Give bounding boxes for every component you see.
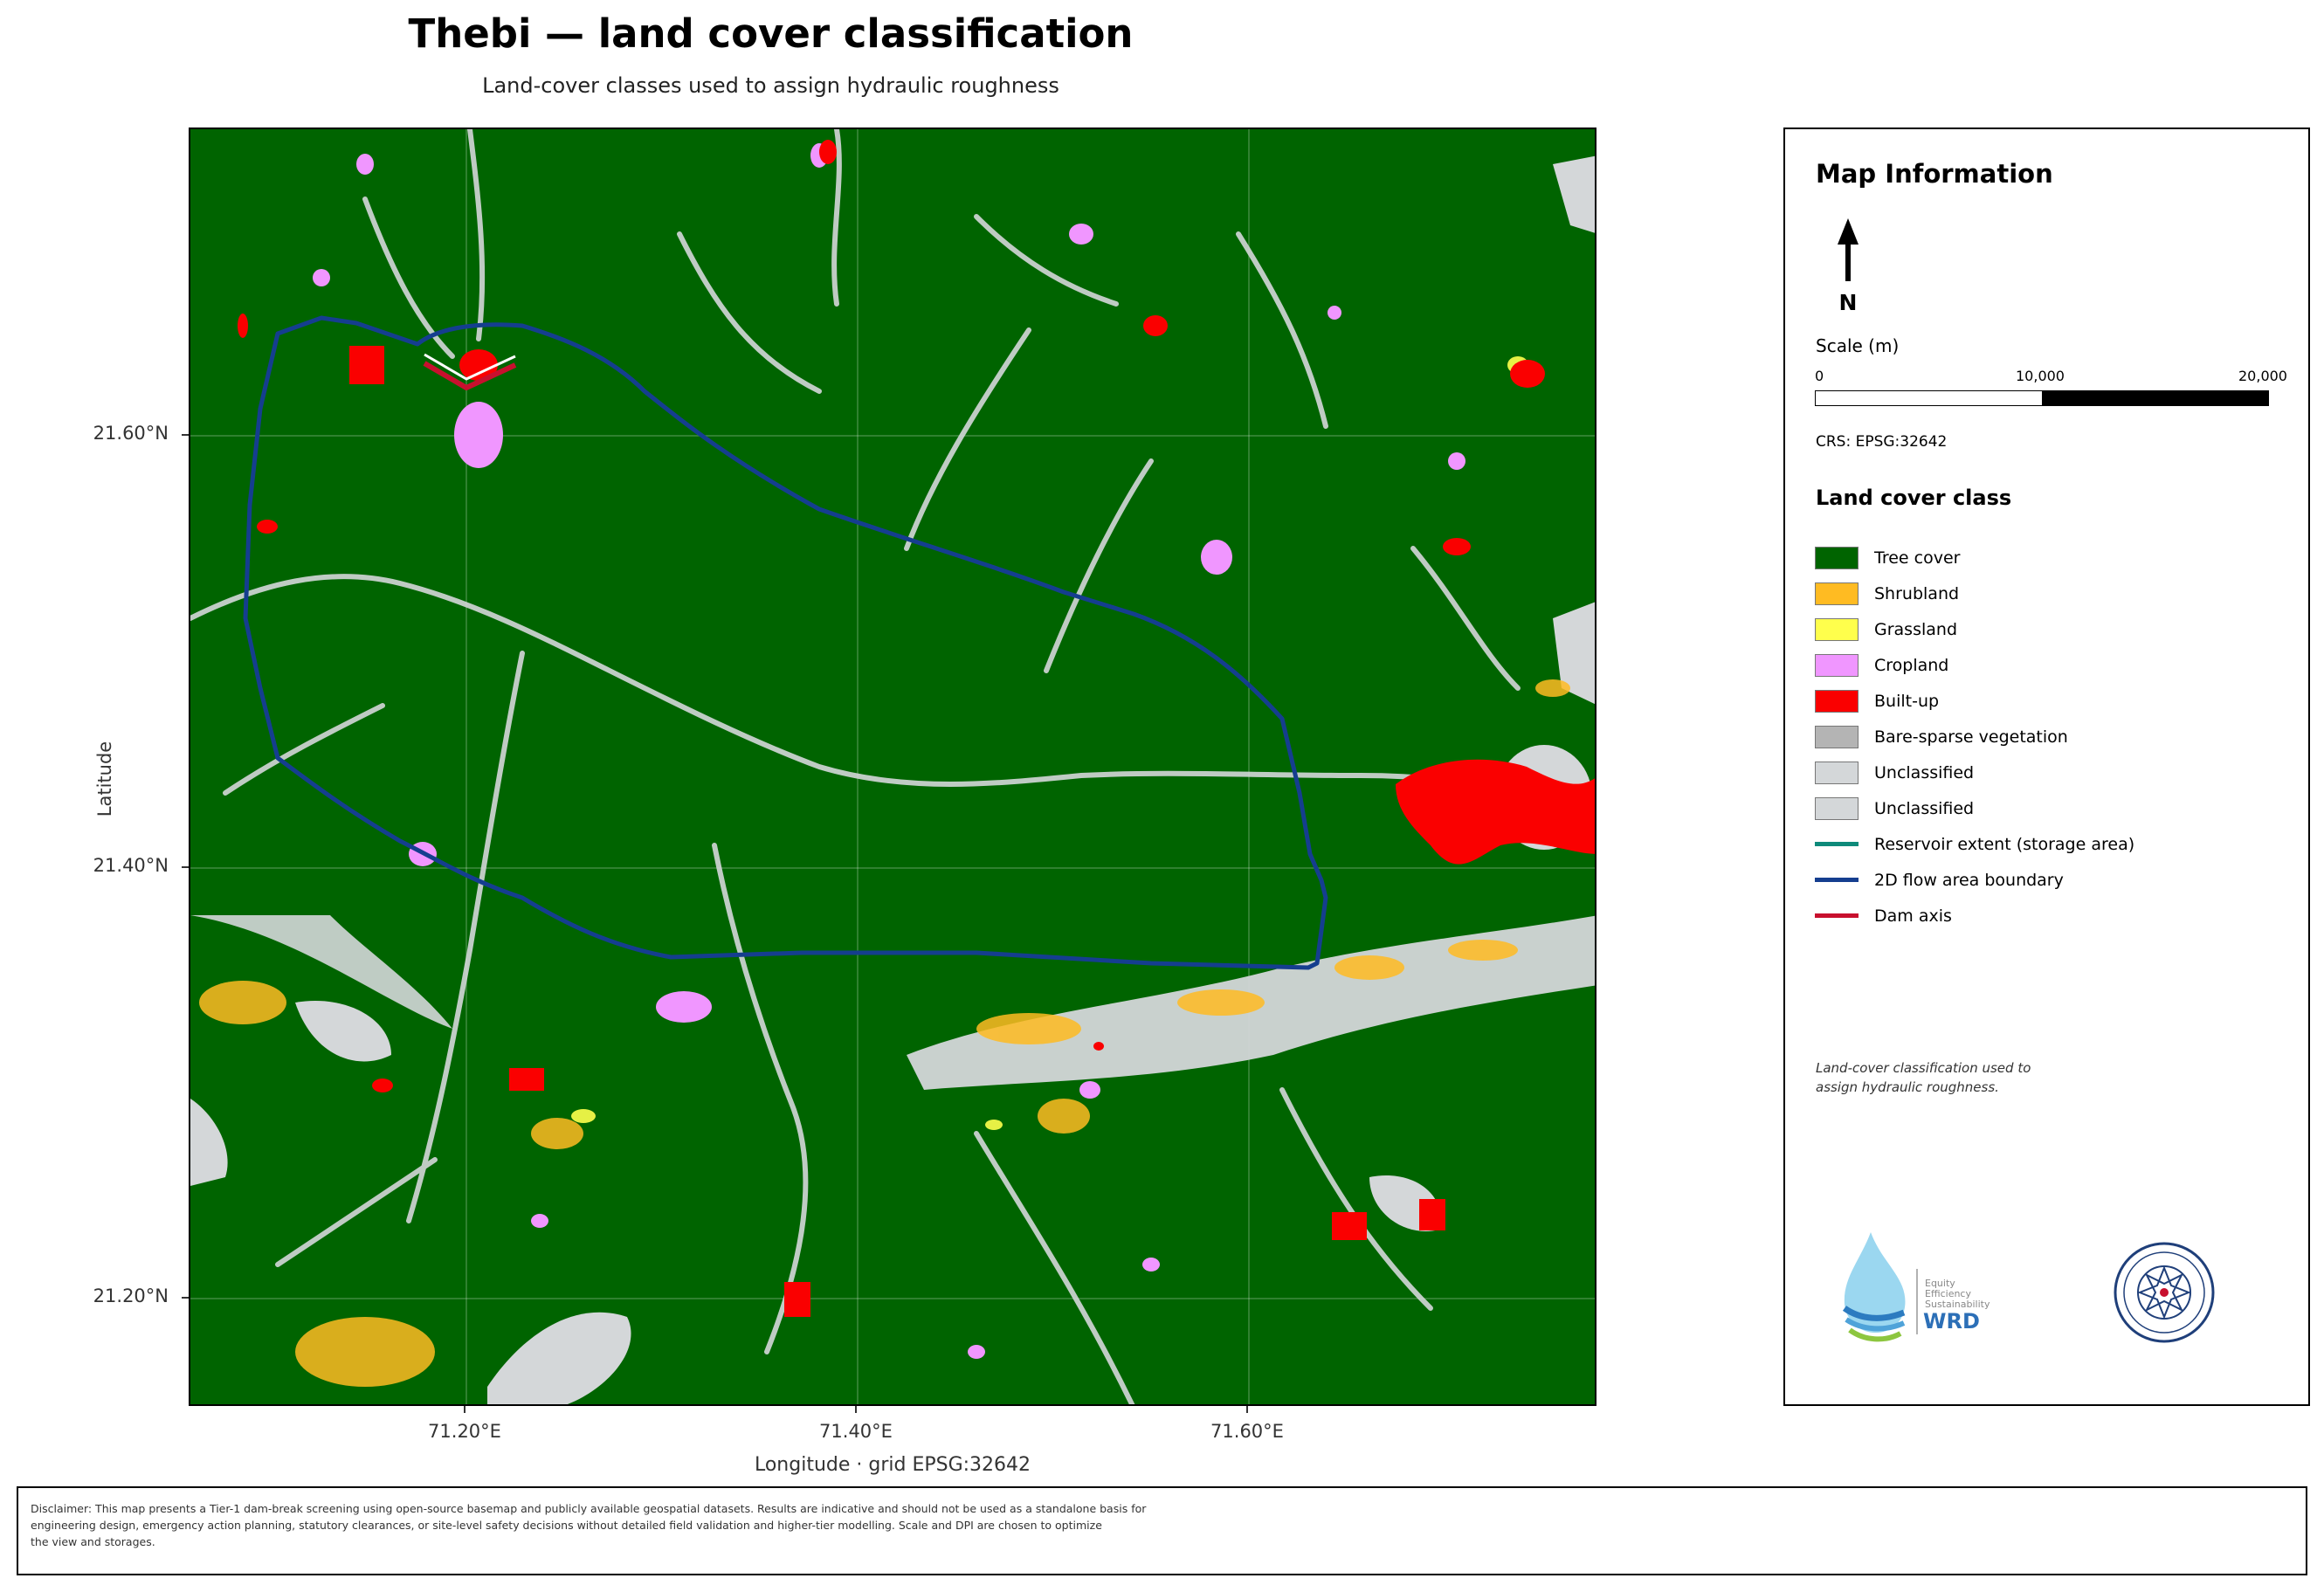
north-label: N — [1838, 290, 1858, 315]
legend: Tree cover Shrubland Grassland Cropland Buil… — [1815, 540, 2134, 934]
water-drop-icon: Equity Efficiency Sustainability WRD — [1842, 1232, 1990, 1342]
y-tickmark — [182, 434, 189, 436]
panel-note: Land-cover classification used to assign… — [1816, 1058, 2104, 1097]
x-tick-label: 71.60°E — [1210, 1421, 1284, 1442]
legend-line-swatch — [1815, 878, 1859, 882]
land-cover-raster — [190, 129, 1595, 1404]
disclaimer-line: Disclaimer: This map presents a Tier-1 d… — [31, 1502, 1147, 1515]
x-tick-label: 71.20°E — [428, 1421, 501, 1442]
legend-label: Shrubland — [1874, 583, 1960, 603]
legend-item: Cropland — [1815, 647, 2134, 683]
y-tickmark — [182, 1297, 189, 1299]
institution-seal — [2112, 1240, 2217, 1345]
legend-item: Dam axis — [1815, 898, 2134, 934]
y-tick-label: 21.40°N — [93, 855, 169, 876]
legend-item: Reservoir extent (storage area) — [1815, 826, 2134, 862]
crs-label: CRS: EPSG:32642 — [1816, 433, 1948, 451]
legend-label: Built-up — [1874, 691, 1940, 711]
seal-icon — [2114, 1242, 2215, 1343]
legend-color-swatch — [1815, 653, 1859, 677]
legend-color-swatch — [1815, 582, 1859, 605]
disclaimer-box: Disclaimer: This map presents a Tier-1 d… — [17, 1486, 2307, 1575]
x-axis-label: Longitude · grid EPSG:32642 — [754, 1454, 1031, 1476]
legend-color-swatch — [1815, 689, 1859, 713]
legend-item: Tree cover — [1815, 540, 2134, 575]
scale-value: 20,000 — [2238, 368, 2287, 384]
legend-label: Unclassified — [1874, 798, 1975, 818]
x-tickmark — [1246, 1406, 1248, 1413]
legend-line-swatch — [1815, 842, 1859, 846]
map-information-panel: Map Information N Scale (m) 0 10,000 20,… — [1783, 127, 2310, 1406]
map-title: Thebi — land cover classification — [408, 10, 1134, 57]
scale-value: 0 — [1815, 368, 1824, 384]
land-cover-map[interactable] — [189, 127, 1596, 1406]
legend-color-swatch — [1815, 725, 1859, 748]
legend-label: Grassland — [1874, 619, 1957, 639]
legend-label: Dam axis — [1874, 906, 1952, 926]
scale-title: Scale (m) — [1816, 335, 1900, 356]
legend-item: 2D flow area boundary — [1815, 862, 2134, 898]
legend-line-swatch — [1815, 913, 1859, 918]
legend-label: Tree cover — [1874, 548, 1961, 568]
legend-label: Bare-sparse vegetation — [1874, 727, 2068, 747]
x-tickmark — [855, 1406, 857, 1413]
note-line: Land-cover classification used to — [1816, 1060, 2031, 1076]
legend-item: Shrubland — [1815, 575, 2134, 611]
note-line: assign hydraulic roughness. — [1816, 1079, 1999, 1095]
y-tickmark — [182, 866, 189, 868]
north-arrow: N — [1831, 218, 1865, 323]
north-arrow-icon — [1838, 218, 1859, 281]
y-tick-label: 21.60°N — [93, 423, 169, 444]
legend-label: Unclassified — [1874, 762, 1975, 782]
legend-color-swatch — [1815, 796, 1859, 820]
legend-item: Unclassified — [1815, 790, 2134, 826]
wrd-logo: Equity Efficiency Sustainability WRD — [1834, 1225, 2009, 1356]
scale-bar-white-segment — [1816, 391, 2042, 405]
legend-title: Land cover class — [1816, 486, 2012, 510]
y-tick-label: 21.20°N — [93, 1285, 169, 1306]
panel-title: Map Information — [1816, 159, 2053, 189]
legend-label: 2D flow area boundary — [1874, 870, 2064, 890]
x-tickmark — [464, 1406, 465, 1413]
scale-value: 10,000 — [2016, 368, 2065, 384]
disclaimer-line: the view and storages. — [31, 1535, 155, 1548]
legend-color-swatch — [1815, 761, 1859, 784]
scale-bar-black-segment — [2042, 391, 2268, 405]
legend-item: Unclassified — [1815, 755, 2134, 790]
disclaimer-line: engineering design, emergency action pla… — [31, 1519, 1102, 1532]
logo-text: WRD — [1923, 1309, 1980, 1334]
map-subtitle: Land-cover classes used to assign hydrau… — [482, 73, 1059, 98]
legend-color-swatch — [1815, 617, 1859, 641]
y-axis-label: Latitude — [94, 741, 115, 817]
legend-color-swatch — [1815, 546, 1859, 569]
legend-item: Built-up — [1815, 683, 2134, 719]
legend-label: Cropland — [1874, 655, 1949, 675]
scale-bar — [1815, 390, 2269, 406]
legend-item: Bare-sparse vegetation — [1815, 719, 2134, 755]
x-tick-label: 71.40°E — [819, 1421, 893, 1442]
legend-item: Grassland — [1815, 611, 2134, 647]
legend-label: Reservoir extent (storage area) — [1874, 834, 2135, 854]
